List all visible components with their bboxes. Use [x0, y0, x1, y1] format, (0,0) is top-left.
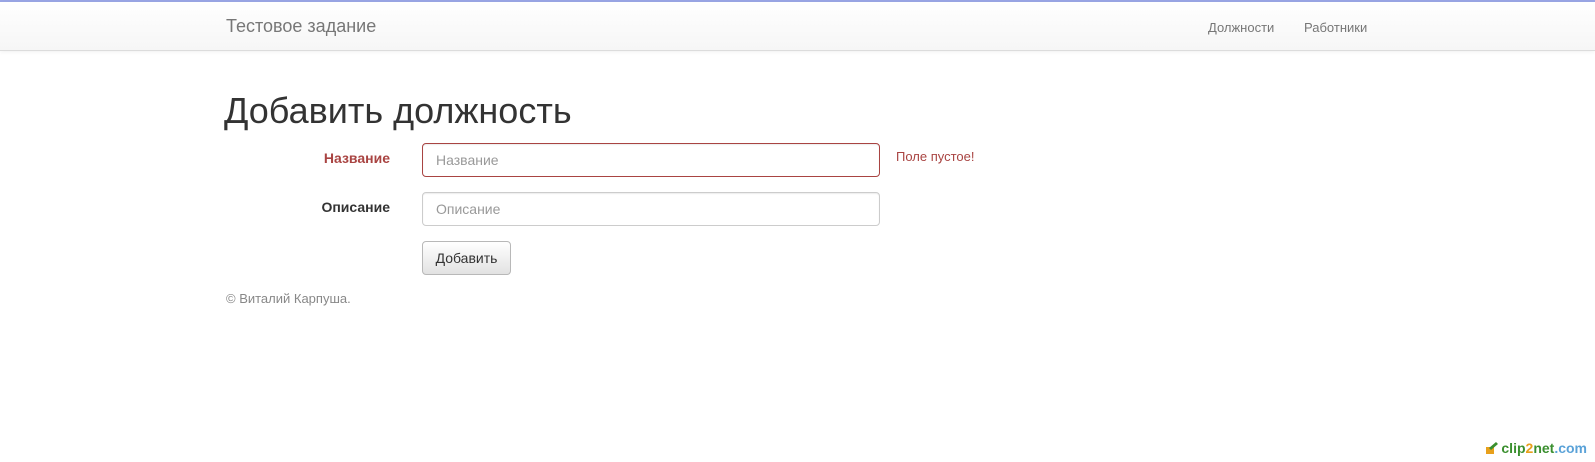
watermark-net: net — [1533, 440, 1555, 456]
clip2net-watermark: clip2net.com — [1485, 440, 1587, 456]
description-input[interactable] — [422, 192, 880, 226]
clip2net-logo-icon — [1486, 442, 1499, 454]
add-button[interactable]: Добавить — [422, 241, 511, 275]
watermark-clip: clip — [1501, 440, 1526, 456]
name-input[interactable] — [422, 143, 880, 177]
description-label: Описание — [321, 199, 390, 215]
navbar: Тестовое задание Должности Работники — [0, 2, 1595, 51]
nav-link-positions[interactable]: Должности — [1208, 20, 1274, 35]
footer-copyright: © Виталий Карпуша. — [226, 291, 351, 306]
navbar-brand[interactable]: Тестовое задание — [226, 16, 376, 37]
name-error-message: Поле пустое! — [896, 149, 975, 164]
page-title: Добавить должность — [224, 90, 572, 131]
name-label: Название — [323, 150, 390, 166]
nav-link-workers[interactable]: Работники — [1304, 20, 1367, 35]
watermark-com: .com — [1554, 440, 1587, 456]
